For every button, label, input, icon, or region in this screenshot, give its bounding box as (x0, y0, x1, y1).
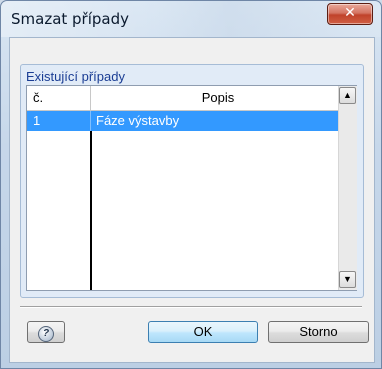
arrow-up-icon: ▲ (343, 90, 352, 100)
table-row[interactable]: 1 Fáze výstavby (27, 111, 338, 131)
group-title: Existující případy (26, 69, 125, 84)
row-number-cell: 1 (33, 113, 41, 128)
question-icon: ? (38, 326, 54, 342)
ok-button[interactable]: OK (148, 321, 258, 343)
column-separator (90, 111, 91, 131)
close-button[interactable]: ✕ (327, 3, 373, 25)
title-bar[interactable]: Smazat případy ✕ (1, 1, 381, 37)
close-icon: ✕ (344, 5, 356, 21)
column-header-number[interactable]: č. (33, 90, 43, 105)
cancel-button[interactable]: Storno (268, 321, 369, 343)
row-description-cell: Fáze výstavby (96, 113, 180, 128)
dialog-window: Smazat případy ✕ Existující případy č. P… (0, 0, 382, 369)
dialog-content: Existující případy č. Popis 1 Fáze výsta… (9, 37, 375, 363)
cases-table[interactable]: č. Popis 1 Fáze výstavby ▲ ▼ (26, 85, 357, 291)
help-button[interactable]: ? (27, 321, 65, 343)
column-header-description[interactable]: Popis (98, 90, 338, 105)
scroll-down-button[interactable]: ▼ (339, 271, 356, 288)
scroll-up-button[interactable]: ▲ (339, 87, 356, 104)
existing-cases-group: Existující případy č. Popis 1 Fáze výsta… (20, 64, 364, 298)
divider (20, 306, 362, 308)
dialog-title: Smazat případy (11, 10, 130, 28)
table-header: č. Popis (27, 86, 338, 111)
column-resize-line (90, 131, 92, 290)
arrow-down-icon: ▼ (343, 274, 352, 284)
vertical-scrollbar[interactable]: ▲ ▼ (338, 86, 357, 290)
